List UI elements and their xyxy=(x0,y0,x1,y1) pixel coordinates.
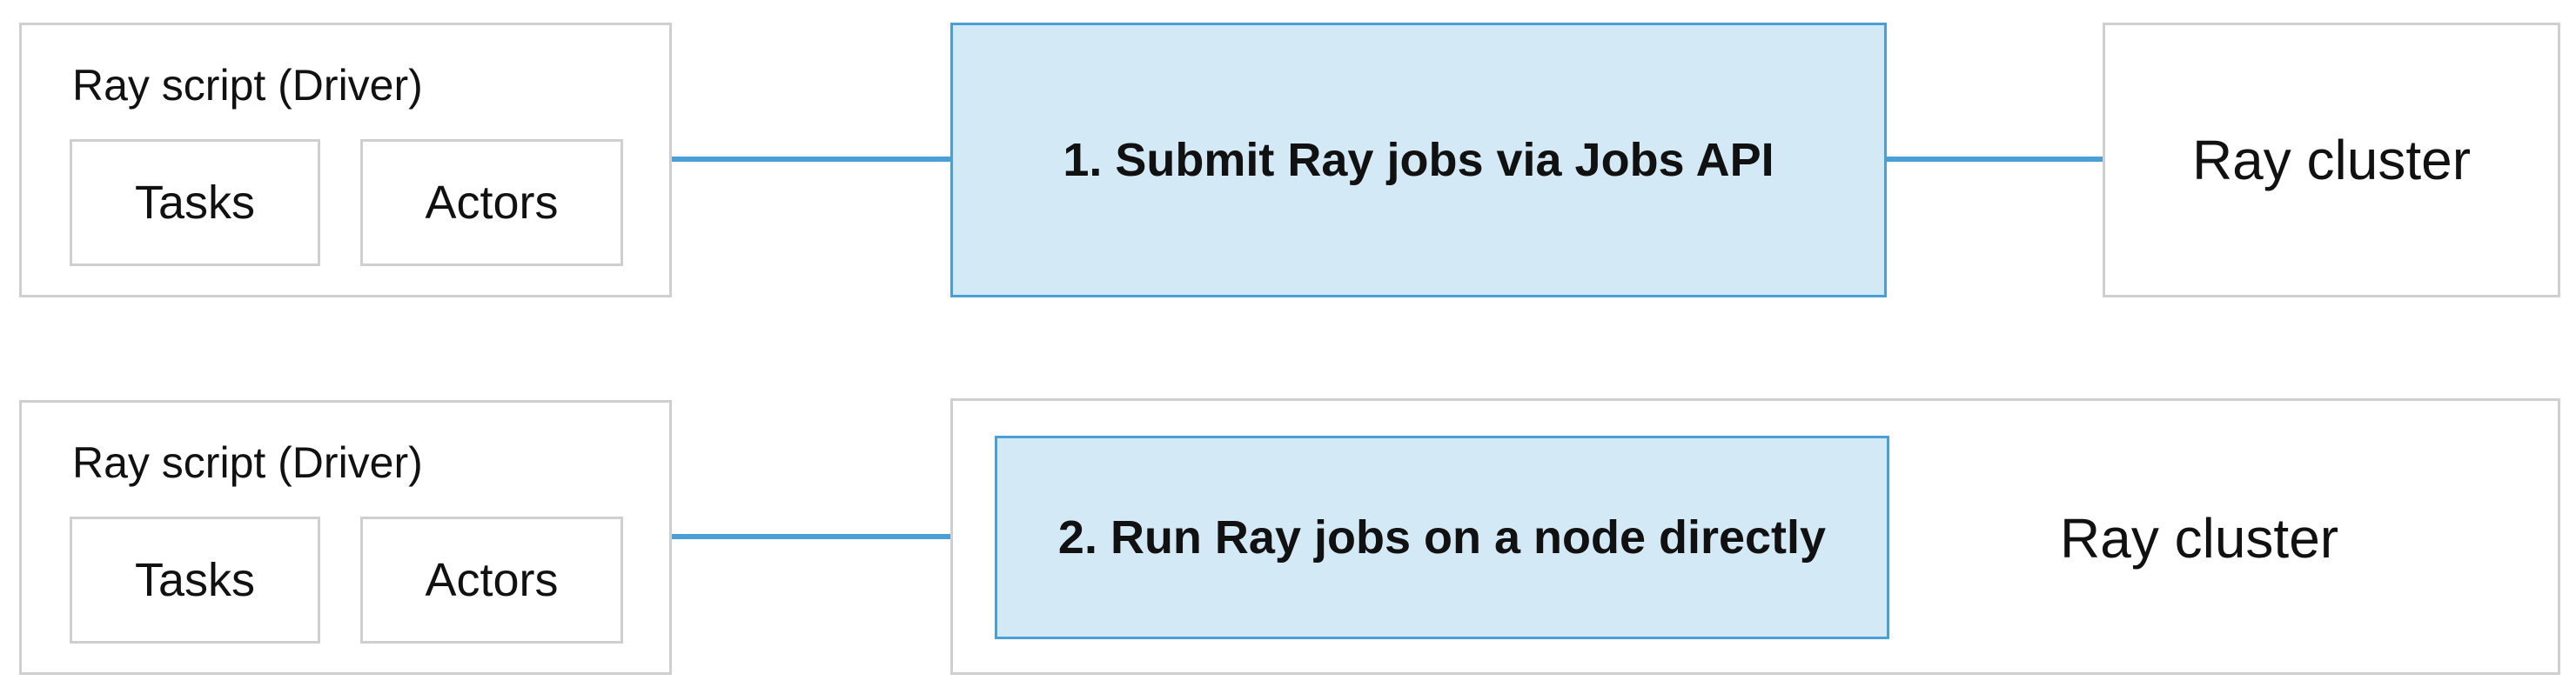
jobs-api-label: 1. Submit Ray jobs via Jobs API xyxy=(1063,134,1774,186)
run-on-node-label: 2. Run Ray jobs on a node directly xyxy=(1057,511,1827,564)
tasks-box-2: Tasks xyxy=(70,517,320,644)
actors-label-2: Actors xyxy=(425,554,559,606)
run-on-node-box: 2. Run Ray jobs on a node directly xyxy=(995,436,1889,639)
connector-driver-to-jobs-api xyxy=(672,157,950,162)
connector-driver-to-node xyxy=(672,534,996,539)
connector-jobs-api-to-cluster xyxy=(1887,157,2103,162)
jobs-api-box: 1. Submit Ray jobs via Jobs API xyxy=(950,23,1887,297)
driver-title-1: Ray script (Driver) xyxy=(72,61,423,110)
driver-box-2: Ray script (Driver) Tasks Actors xyxy=(19,400,672,675)
ray-cluster-box-1: Ray cluster xyxy=(2103,23,2560,297)
tasks-label-2: Tasks xyxy=(134,554,256,606)
tasks-label-1: Tasks xyxy=(134,177,256,229)
driver-title-2: Ray script (Driver) xyxy=(72,438,423,487)
ray-cluster-label-2: Ray cluster xyxy=(2060,507,2339,570)
ray-cluster-box-2: 2. Run Ray jobs on a node directly Ray c… xyxy=(950,398,2560,675)
actors-box-2: Actors xyxy=(360,517,623,644)
actors-label-1: Actors xyxy=(425,177,559,229)
ray-cluster-label-1: Ray cluster xyxy=(2191,129,2472,191)
actors-box-1: Actors xyxy=(360,139,623,266)
tasks-box-1: Tasks xyxy=(70,139,320,266)
driver-box-1: Ray script (Driver) Tasks Actors xyxy=(19,23,672,297)
